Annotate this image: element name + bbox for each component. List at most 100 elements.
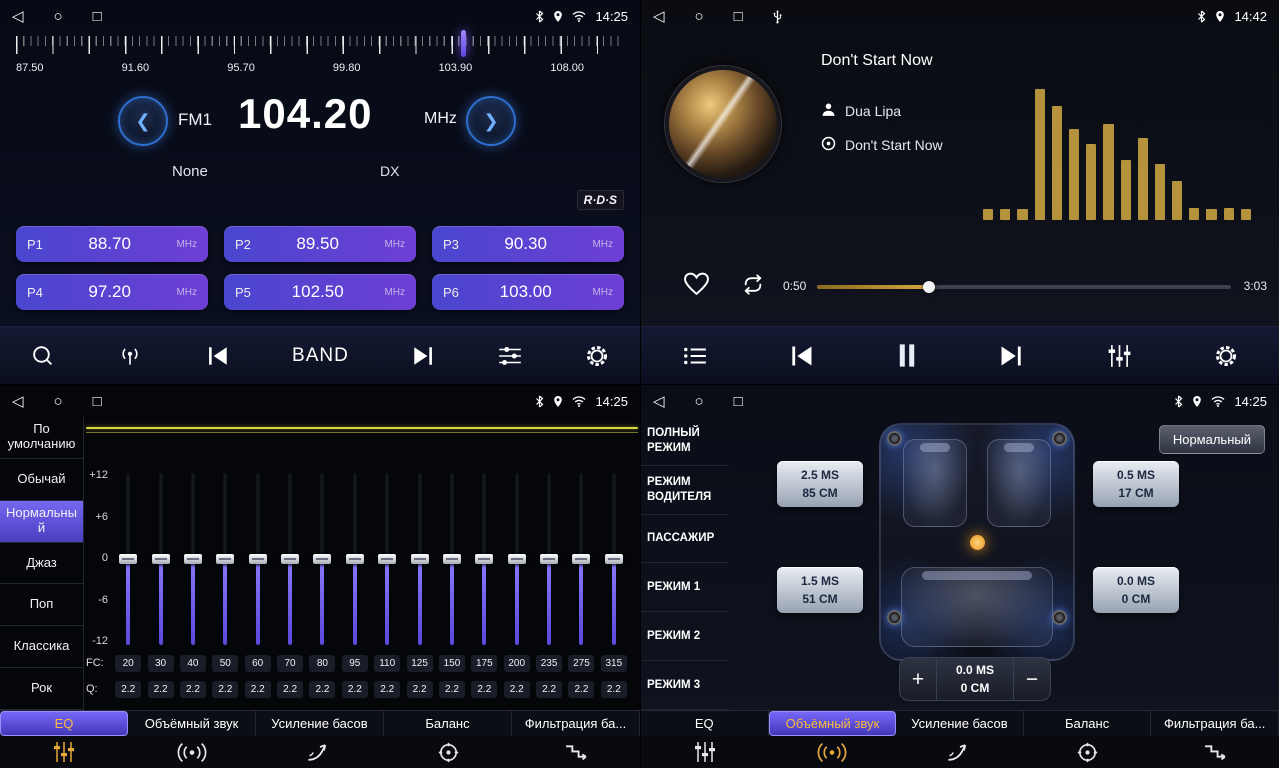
sound-mode-item[interactable]: ПОЛНЫЙ РЕЖИМ xyxy=(641,417,729,466)
bottom-tab[interactable]: Объёмный звук xyxy=(128,711,256,736)
eq-preset-item[interactable]: Нормальный xyxy=(0,501,83,543)
slider-knob[interactable] xyxy=(572,554,590,564)
eq-band-slider[interactable] xyxy=(223,473,227,645)
eq-band-slider[interactable] xyxy=(256,473,260,645)
settings-gear-icon[interactable] xyxy=(1214,344,1238,368)
filter-icon[interactable] xyxy=(1203,742,1228,763)
band-button[interactable]: BAND xyxy=(292,345,349,367)
slider-knob[interactable] xyxy=(508,554,526,564)
eq-band-slider[interactable] xyxy=(482,473,486,645)
eq-preset-item[interactable]: По умолчанию xyxy=(0,417,83,459)
preset-button[interactable]: P497.20MHz xyxy=(16,274,208,310)
pause-icon[interactable] xyxy=(897,343,917,368)
sound-preset-button[interactable]: Нормальный xyxy=(1159,425,1265,454)
sound-mode-item[interactable]: РЕЖИМ 2 xyxy=(641,612,729,661)
eq-band-slider[interactable] xyxy=(353,473,357,645)
progress-knob[interactable] xyxy=(923,281,935,293)
nav-home-icon[interactable]: ○ xyxy=(54,394,63,409)
bottom-tab[interactable]: Фильтрация ба... xyxy=(512,711,640,736)
eq-preset-item[interactable]: Рок xyxy=(0,668,83,710)
skip-next-icon[interactable] xyxy=(411,345,435,367)
bass-boost-icon[interactable] xyxy=(946,742,974,763)
slider-knob[interactable] xyxy=(605,554,623,564)
bottom-tab[interactable]: Усиление басов xyxy=(896,711,1024,736)
skip-previous-icon[interactable] xyxy=(789,344,815,368)
decrease-delay-button[interactable]: − xyxy=(1014,669,1050,690)
eq-icon[interactable] xyxy=(692,741,718,763)
scan-icon[interactable] xyxy=(31,344,54,367)
preset-button[interactable]: P5102.50MHz xyxy=(224,274,416,310)
skip-next-icon[interactable] xyxy=(998,344,1024,368)
nav-recents-icon[interactable]: □ xyxy=(93,9,102,24)
eq-preset-item[interactable]: Обычай xyxy=(0,459,83,501)
slider-knob[interactable] xyxy=(249,554,267,564)
nav-home-icon[interactable]: ○ xyxy=(54,9,63,24)
slider-knob[interactable] xyxy=(443,554,461,564)
slider-knob[interactable] xyxy=(411,554,429,564)
tune-up-button[interactable]: ❯ xyxy=(466,96,516,146)
slider-knob[interactable] xyxy=(119,554,137,564)
playlist-icon[interactable] xyxy=(682,345,708,367)
nav-recents-icon[interactable]: □ xyxy=(734,394,743,409)
eq-band-slider[interactable] xyxy=(612,473,616,645)
bottom-tab[interactable]: Баланс xyxy=(384,711,512,736)
frequency-scale[interactable]: 87.5091.6095.7099.80103.90108.00 xyxy=(0,36,640,84)
eq-band-slider[interactable] xyxy=(126,473,130,645)
eq-band-slider[interactable] xyxy=(579,473,583,645)
bottom-tab[interactable]: EQ xyxy=(0,711,128,736)
nav-back-icon[interactable]: ◁ xyxy=(653,9,665,24)
nav-back-icon[interactable]: ◁ xyxy=(12,394,24,409)
preset-button[interactable]: P6103.00MHz xyxy=(432,274,624,310)
progress-slider[interactable] xyxy=(817,285,1231,289)
slider-knob[interactable] xyxy=(313,554,331,564)
front-left-delay-button[interactable]: 2.5 MS 85 CM xyxy=(777,461,863,507)
front-right-delay-button[interactable]: 0.5 MS 17 CM xyxy=(1093,461,1179,507)
eq-band-slider[interactable] xyxy=(547,473,551,645)
bottom-tab[interactable]: Усиление басов xyxy=(256,711,384,736)
sound-mode-item[interactable]: РЕЖИМ 3 xyxy=(641,661,729,710)
nav-back-icon[interactable]: ◁ xyxy=(653,394,665,409)
tune-down-button[interactable]: ❮ xyxy=(118,96,168,146)
broadcast-icon[interactable] xyxy=(116,345,144,367)
slider-knob[interactable] xyxy=(281,554,299,564)
slider-knob[interactable] xyxy=(378,554,396,564)
eq-preset-item[interactable]: Джаз xyxy=(0,543,83,585)
rear-left-delay-button[interactable]: 1.5 MS 51 CM xyxy=(777,567,863,613)
bass-boost-icon[interactable] xyxy=(306,742,334,763)
eq-band-slider[interactable] xyxy=(418,473,422,645)
repeat-icon[interactable] xyxy=(739,274,767,300)
sound-mode-item[interactable]: РЕЖИМ ВОДИТЕЛЯ xyxy=(641,466,729,515)
bottom-tab[interactable]: Баланс xyxy=(1024,711,1152,736)
eq-band-slider[interactable] xyxy=(288,473,292,645)
rear-right-delay-button[interactable]: 0.0 MS 0 CM xyxy=(1093,567,1179,613)
eq-band-slider[interactable] xyxy=(515,473,519,645)
nav-home-icon[interactable]: ○ xyxy=(695,394,704,409)
increase-delay-button[interactable]: + xyxy=(900,669,936,690)
slider-knob[interactable] xyxy=(346,554,364,564)
slider-knob[interactable] xyxy=(216,554,234,564)
slider-knob[interactable] xyxy=(540,554,558,564)
skip-previous-icon[interactable] xyxy=(206,345,230,367)
eq-band-slider[interactable] xyxy=(159,473,163,645)
bottom-tab[interactable]: Фильтрация ба... xyxy=(1151,711,1279,736)
tuning-indicator[interactable] xyxy=(461,30,466,57)
preset-button[interactable]: P289.50MHz xyxy=(224,226,416,262)
nav-back-icon[interactable]: ◁ xyxy=(12,9,24,24)
preset-button[interactable]: P390.30MHz xyxy=(432,226,624,262)
nav-home-icon[interactable]: ○ xyxy=(695,9,704,24)
eq-band-slider[interactable] xyxy=(385,473,389,645)
slider-knob[interactable] xyxy=(184,554,202,564)
slider-knob[interactable] xyxy=(475,554,493,564)
sound-mode-item[interactable]: ПАССАЖИР xyxy=(641,515,729,564)
slider-knob[interactable] xyxy=(152,554,170,564)
settings-gear-icon[interactable] xyxy=(585,344,609,368)
filter-icon[interactable] xyxy=(564,742,589,763)
bottom-tab[interactable]: Объёмный звук xyxy=(769,711,897,736)
favorite-icon[interactable] xyxy=(683,272,710,301)
preset-button[interactable]: P188.70MHz xyxy=(16,226,208,262)
sound-mode-item[interactable]: РЕЖИМ 1 xyxy=(641,563,729,612)
eq-band-slider[interactable] xyxy=(320,473,324,645)
surround-sound-icon[interactable] xyxy=(817,742,847,763)
balance-icon[interactable] xyxy=(1077,742,1098,763)
listening-position-dot[interactable] xyxy=(970,535,985,550)
